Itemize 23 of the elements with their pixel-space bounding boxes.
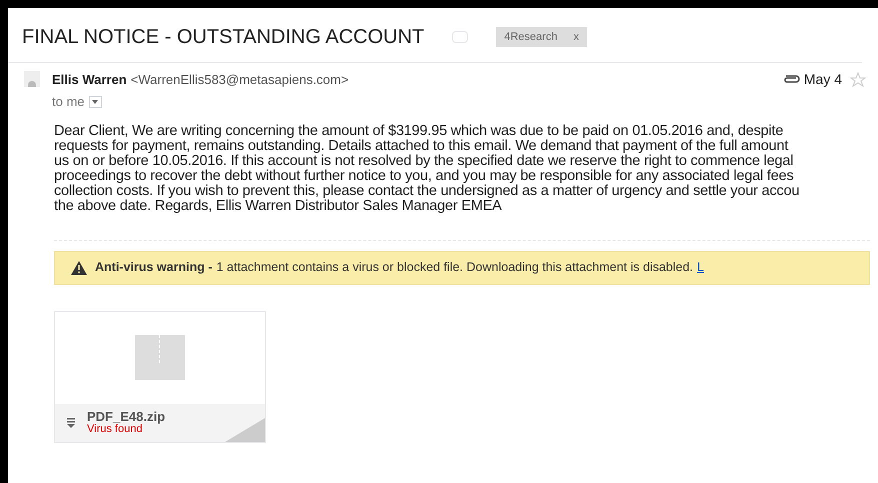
message-date: May 4 — [804, 70, 842, 89]
attachment-status: Virus found — [87, 422, 142, 436]
recipient-text: to me — [52, 93, 85, 111]
attachment-name: PDF_E48.zip — [87, 410, 166, 422]
learn-more-link[interactable]: L — [697, 258, 704, 277]
warning-title: Anti-virus warning - — [95, 259, 212, 276]
details-dropdown-icon[interactable] — [88, 96, 102, 108]
warning-text: 1 attachment contains a virus or blocked file. Downloading this attachment is disabled. — [216, 259, 694, 276]
warning-icon — [71, 260, 87, 274]
sender-name: Ellis Warren — [52, 70, 127, 89]
page-curl-icon — [225, 418, 265, 442]
remove-label-button[interactable]: x — [573, 28, 579, 46]
attachment-card[interactable]: PDF_E48.zip Virus found — [54, 310, 266, 442]
label-tag[interactable]: 4Research x — [496, 26, 587, 48]
zip-file-icon — [135, 335, 185, 380]
subject-title: FINAL NOTICE - OUTSTANDING ACCOUNT — [22, 25, 424, 50]
sender-email: <WarrenEllis583@metasapiens.com> — [130, 70, 349, 89]
message-body: Dear Client, We are writing concerning the amount of $3199.95 which was due to be paid on 01.05.2016 and, despite requests for payment, remains outstanding. Details attached to this email. We demand that payment of the full amount us on or before 10.05.2016. If this account is not resolved by the specified date we reserve the right to commence legal proceedings to recover the debt without further notice to you, and you may be responsible for any associated legal fees collection costs. If you wish to prevent this, please contact the undersigned as a matter of urgency and settle your accou the above date. Regards, Ellis Warren Distributor Sales Manager EMEA — [54, 124, 800, 214]
star-icon[interactable] — [850, 72, 866, 88]
label-name: 4Research — [504, 30, 558, 45]
download-icon[interactable] — [67, 418, 75, 428]
avatar-icon — [24, 71, 40, 87]
important-marker-icon[interactable] — [452, 31, 468, 43]
